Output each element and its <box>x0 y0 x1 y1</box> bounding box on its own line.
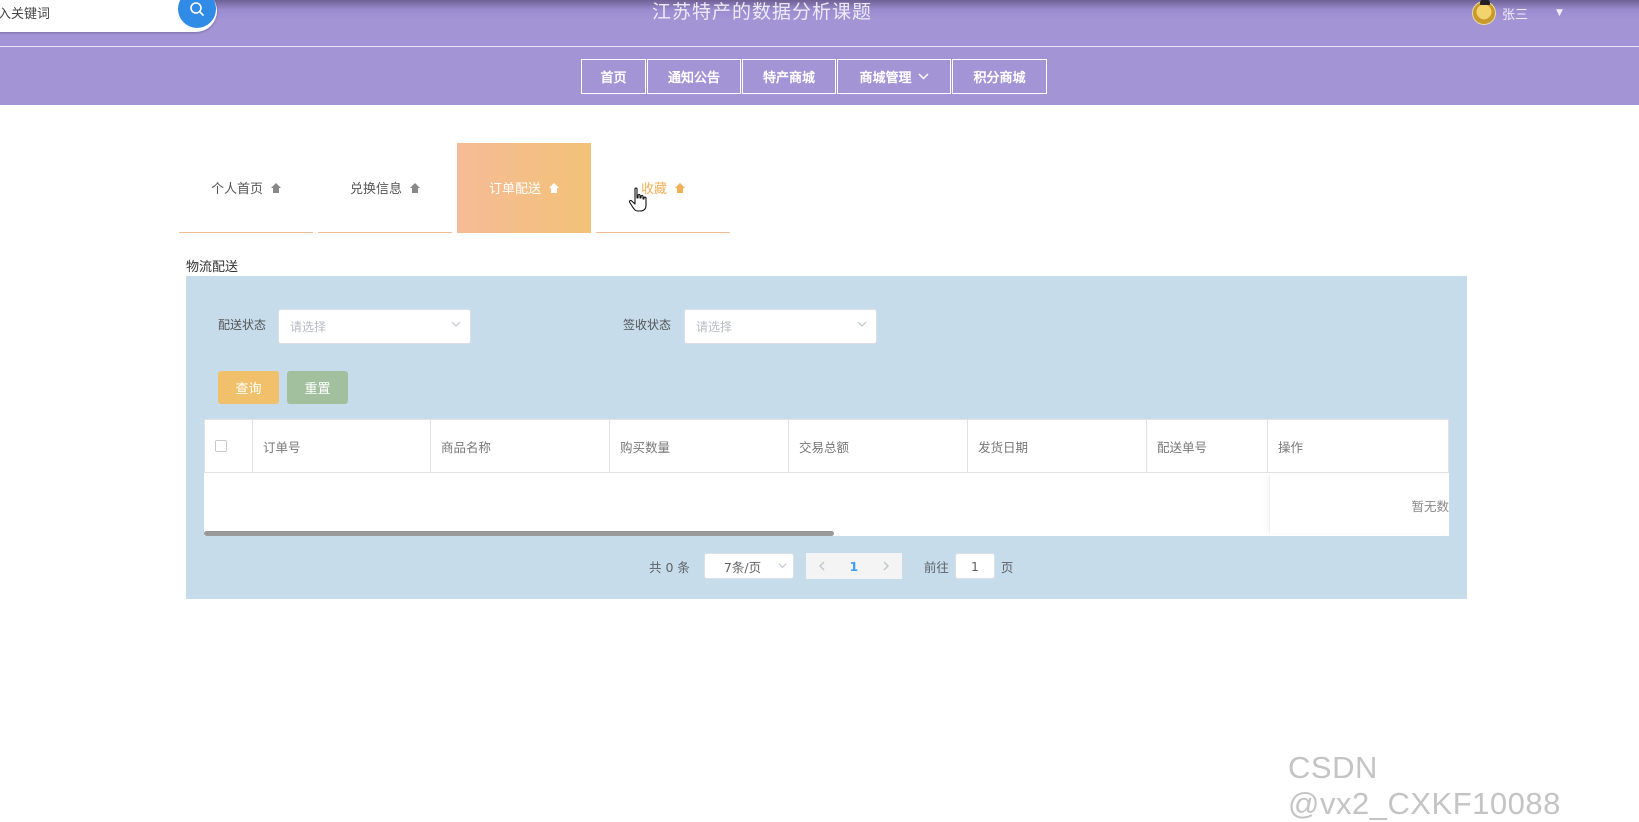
page-number-button[interactable]: 1 <box>837 553 870 579</box>
pagination: 共 0 条 7条/页 1 前往 页 <box>649 553 1013 579</box>
page-unit-label: 页 <box>1000 559 1014 575</box>
column-header[interactable]: 订单号 <box>253 419 431 473</box>
header: 江苏特产的数据分析课题 张三 ▼ 首页 通知公告 特产商城 商城管理 积分商城 <box>0 0 1639 105</box>
pagination-total: 共 0 条 <box>649 559 690 575</box>
section-title: 物流配送 <box>186 260 239 275</box>
horizontal-scrollbar[interactable] <box>204 531 834 536</box>
nav-item-label: 通知公告 <box>667 71 720 86</box>
column-header[interactable]: 配送单号 <box>1147 419 1268 473</box>
column-header[interactable]: 商品名称 <box>431 419 610 473</box>
goto-page-input[interactable] <box>954 553 995 579</box>
delivery-panel: 配送状态 请选择 签收状态 请选择 查询 重置 订单号 商品名称 购买数量 交易… <box>186 276 1467 599</box>
tab-label: 订单配送 <box>488 182 541 197</box>
table-header-checkbox-cell <box>204 419 253 473</box>
nav-item-home[interactable]: 首页 <box>581 59 646 94</box>
query-button[interactable]: 查询 <box>218 371 279 404</box>
home-icon <box>410 182 420 193</box>
avatar <box>1472 0 1496 25</box>
page-size-value: 7条/页 <box>723 559 762 575</box>
nav-item-label: 特产商城 <box>762 71 815 86</box>
select-all-checkbox[interactable] <box>215 440 227 452</box>
tab-order-delivery[interactable]: 订单配送 <box>457 143 591 233</box>
hand-cursor-icon <box>628 187 647 212</box>
tab-favorites[interactable]: 收藏 <box>596 143 730 233</box>
delivery-status-label: 配送状态 <box>218 318 267 332</box>
chevron-down-icon <box>778 563 787 569</box>
chevron-left-icon <box>818 561 825 571</box>
nav-item-label: 商城管理 <box>859 71 912 86</box>
reset-button[interactable]: 重置 <box>287 371 348 404</box>
select-placeholder: 请选择 <box>290 320 327 334</box>
nav-item-label: 积分商城 <box>973 71 1026 86</box>
empty-table-text: 暂无数 <box>1411 499 1449 514</box>
watermark: CSDN @vx2_CXKF10088 <box>1288 750 1561 821</box>
chevron-right-icon <box>883 561 889 571</box>
table-header: 订单号 商品名称 购买数量 交易总额 发货日期 配送单号 操作 <box>204 419 1449 473</box>
select-placeholder: 请选择 <box>696 320 733 334</box>
user-menu[interactable]: 张三 ▼ <box>1472 0 1563 26</box>
delivery-status-select[interactable]: 请选择 <box>278 309 471 344</box>
tab-label: 兑换信息 <box>349 182 402 197</box>
receipt-status-select[interactable]: 请选择 <box>684 309 877 344</box>
caret-down-icon: ▼ <box>1556 8 1563 18</box>
site-title: 江苏特产的数据分析课题 <box>651 1 872 23</box>
goto-label: 前往 <box>923 559 949 575</box>
prev-page-button[interactable] <box>805 553 838 579</box>
column-header[interactable]: 操作 <box>1268 419 1449 473</box>
tab-exchange-info[interactable]: 兑换信息 <box>318 143 452 233</box>
home-icon <box>271 182 281 193</box>
home-icon <box>675 182 685 193</box>
nav-item-points-mall[interactable]: 积分商城 <box>952 59 1047 94</box>
main-nav: 首页 通知公告 特产商城 商城管理 积分商城 <box>581 59 1048 94</box>
receipt-status-label: 签收状态 <box>623 318 672 332</box>
page-size-select[interactable]: 7条/页 <box>703 553 794 579</box>
next-page-button[interactable] <box>869 553 902 579</box>
profile-tabs: 个人首页 兑换信息 订单配送 收藏 <box>179 143 735 233</box>
column-header[interactable]: 发货日期 <box>968 419 1147 473</box>
nav-item-notices[interactable]: 通知公告 <box>647 59 741 94</box>
header-divider <box>0 46 1639 47</box>
column-header[interactable]: 购买数量 <box>610 419 789 473</box>
user-name: 张三 <box>1502 7 1529 23</box>
delivery-table: 订单号 商品名称 购买数量 交易总额 发货日期 配送单号 操作 暂无数 <box>204 419 1449 536</box>
nav-item-mall-management[interactable]: 商城管理 <box>837 59 951 94</box>
nav-item-label: 首页 <box>600 71 627 86</box>
home-icon <box>549 182 559 193</box>
chevron-down-icon <box>857 321 867 327</box>
chevron-down-icon <box>917 73 929 80</box>
column-header[interactable]: 交易总额 <box>789 419 968 473</box>
nav-item-specialty-mall[interactable]: 特产商城 <box>742 59 836 94</box>
chevron-down-icon <box>451 321 461 327</box>
tab-personal-home[interactable]: 个人首页 <box>179 143 313 233</box>
tab-label: 个人首页 <box>210 182 263 197</box>
